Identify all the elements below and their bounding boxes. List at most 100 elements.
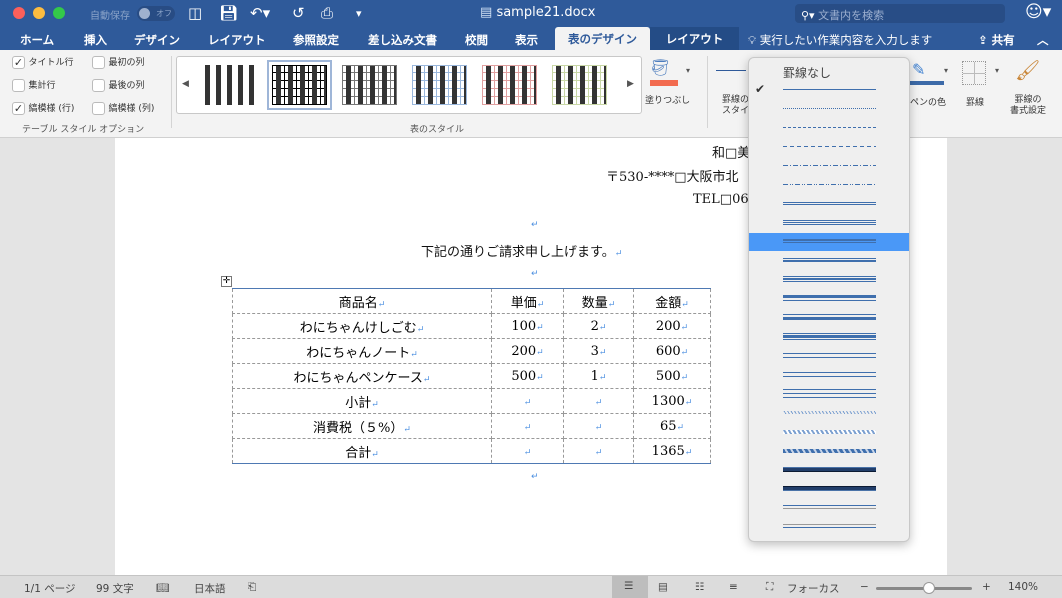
border-style-option-triple[interactable] xyxy=(749,214,909,232)
option-checkbox[interactable]: 最後の列 xyxy=(92,78,145,92)
table-cell[interactable]: わにちゃんペンケース↵ xyxy=(232,363,492,389)
close-window-button[interactable] xyxy=(13,7,25,19)
focus-icon[interactable]: ⛶ xyxy=(766,581,773,594)
border-style-option-double[interactable] xyxy=(749,195,909,213)
tab-insert[interactable]: 挿入 xyxy=(84,30,107,50)
tab-design[interactable]: デザイン xyxy=(134,30,180,50)
table-cell[interactable]: ↵ xyxy=(563,438,634,464)
page-count[interactable]: 1/1 ページ xyxy=(24,581,76,596)
outline-view-icon[interactable]: ☷ xyxy=(695,581,704,593)
border-none-option[interactable]: 罫線なし xyxy=(783,64,831,81)
zoom-level[interactable]: 140% xyxy=(1008,581,1038,593)
pen-color-dropdown-icon[interactable]: ▾ xyxy=(944,66,948,75)
tab-table-layout[interactable]: レイアウト xyxy=(650,27,739,50)
redo-icon[interactable]: ↺ xyxy=(292,4,305,22)
tab-table-design[interactable]: 表のデザイン xyxy=(555,27,650,50)
shading-dropdown-icon[interactable]: ▾ xyxy=(686,66,690,75)
checkbox[interactable]: ✓ xyxy=(12,55,25,69)
undo-icon[interactable]: ↶▾ xyxy=(250,4,270,22)
tab-view[interactable]: 表示 xyxy=(515,30,538,50)
table-cell[interactable]: わにちゃんノート↵ xyxy=(232,338,492,364)
table-cell[interactable]: ↵ xyxy=(491,388,564,414)
border-style-option-engrave-3d[interactable] xyxy=(749,480,909,498)
table-cell[interactable]: 65↵ xyxy=(633,413,711,439)
checkbox[interactable] xyxy=(92,78,105,92)
save-icon[interactable]: 💾︎ xyxy=(219,4,238,22)
table-style-thumbnail[interactable] xyxy=(267,60,332,110)
table-style-thumbnail[interactable] xyxy=(342,65,397,105)
table-cell[interactable]: 1↵ xyxy=(563,363,634,389)
sidebar-icon[interactable]: ◫ xyxy=(188,4,202,22)
border-style-option-thin-thick-large[interactable] xyxy=(749,366,909,384)
option-checkbox[interactable]: ✓ 縞模様 (行) xyxy=(12,101,74,115)
table-style-thumbnail[interactable] xyxy=(202,65,257,105)
zoom-out-button[interactable]: − xyxy=(860,581,869,593)
table-cell[interactable]: 500↵ xyxy=(633,363,711,389)
border-style-option-thick-thin-large[interactable] xyxy=(749,347,909,365)
border-style-option-emboss-3d[interactable] xyxy=(749,461,909,479)
table-cell[interactable]: 単価↵ xyxy=(491,288,564,314)
table-cell[interactable]: 600↵ xyxy=(633,338,711,364)
border-style-option-dash-dot-dot[interactable] xyxy=(749,176,909,194)
zoom-slider[interactable] xyxy=(876,582,972,594)
option-checkbox[interactable]: 最初の列 xyxy=(92,55,145,69)
border-style-option-thick-thin-medium[interactable] xyxy=(749,290,909,308)
tab-references[interactable]: 参照設定 xyxy=(293,30,339,50)
table-cell[interactable]: 1300↵ xyxy=(633,388,711,414)
border-style-preview[interactable] xyxy=(716,70,746,71)
tab-layout[interactable]: レイアウト xyxy=(208,30,266,50)
tell-me-box[interactable]: 💡︎ 実行したい作業内容を入力します xyxy=(748,30,932,50)
zoom-in-button[interactable]: + xyxy=(982,581,991,593)
border-style-option-dash-dot[interactable] xyxy=(749,157,909,175)
border-style-option-single[interactable]: ✔ xyxy=(749,81,909,99)
table-move-handle-icon[interactable]: ✛ xyxy=(221,276,232,287)
border-style-option-thin-thick-thin-medium[interactable] xyxy=(749,328,909,346)
track-changes-icon[interactable]: ⎗ xyxy=(248,581,256,594)
borders-icon[interactable] xyxy=(962,61,986,85)
share-button[interactable]: ⇪ 共有 xyxy=(978,30,1015,50)
checkbox[interactable] xyxy=(12,78,25,92)
web-layout-icon[interactable]: ▤ xyxy=(658,581,668,593)
pen-icon[interactable]: ✎ xyxy=(912,60,925,79)
customize-toolbar-icon[interactable]: ▾ xyxy=(356,7,362,20)
checkbox[interactable] xyxy=(92,101,105,115)
table-cell[interactable]: 商品名↵ xyxy=(232,288,492,314)
table-cell[interactable]: 合計↵ xyxy=(232,438,492,464)
border-style-option-thin-thick-thin-large[interactable] xyxy=(749,385,909,403)
checkbox[interactable] xyxy=(92,55,105,69)
language[interactable]: 日本語 xyxy=(194,581,226,596)
table-cell[interactable]: ↵ xyxy=(491,413,564,439)
border-style-option-thin-thick-thin-small[interactable] xyxy=(749,271,909,289)
border-style-option-dotted[interactable] xyxy=(749,100,909,118)
border-style-option-thick-thin-small[interactable] xyxy=(749,233,909,251)
table-style-thumbnail[interactable] xyxy=(412,65,467,105)
border-style-option-wave[interactable] xyxy=(749,404,909,422)
table-cell[interactable]: 数量↵ xyxy=(563,288,634,314)
gallery-next-icon[interactable]: ▶ xyxy=(627,79,634,89)
feedback-smiley-icon[interactable]: ☺▾ xyxy=(1025,2,1051,22)
table-cell[interactable]: 金額↵ xyxy=(633,288,711,314)
border-style-option-thin-thick-medium[interactable] xyxy=(749,309,909,327)
table-cell[interactable]: 100↵ xyxy=(491,313,564,339)
table-cell[interactable]: ↵ xyxy=(563,413,634,439)
table-cell[interactable]: 200↵ xyxy=(491,338,564,364)
border-style-option-outset[interactable] xyxy=(749,499,909,517)
table-cell[interactable]: 小計↵ xyxy=(232,388,492,414)
table-cell[interactable]: 消費税（５%）↵ xyxy=(232,413,492,439)
shading-button[interactable]: 🪣︎ xyxy=(650,58,680,88)
border-style-option-dashed[interactable] xyxy=(749,138,909,156)
table-style-thumbnail[interactable] xyxy=(482,65,537,105)
border-style-option-thin-thick-small[interactable] xyxy=(749,252,909,270)
search-input[interactable]: ⚲▾ 文書内を検索 xyxy=(795,4,1005,23)
borders-dropdown-icon[interactable]: ▾ xyxy=(995,66,999,75)
focus-label[interactable]: フォーカス xyxy=(787,581,840,596)
proofing-icon[interactable]: 📖︎ xyxy=(156,581,169,594)
checkbox[interactable]: ✓ xyxy=(12,101,25,115)
minimize-window-button[interactable] xyxy=(33,7,45,19)
word-count[interactable]: 99 文字 xyxy=(96,581,134,596)
print-icon[interactable]: ⎙ xyxy=(321,4,333,22)
print-layout-view-button[interactable]: ☰ xyxy=(612,576,648,598)
border-painter-icon[interactable]: 🖌︎ xyxy=(1015,58,1040,82)
tab-mailings[interactable]: 差し込み文書 xyxy=(368,30,437,50)
zoom-slider-thumb[interactable] xyxy=(922,582,935,594)
